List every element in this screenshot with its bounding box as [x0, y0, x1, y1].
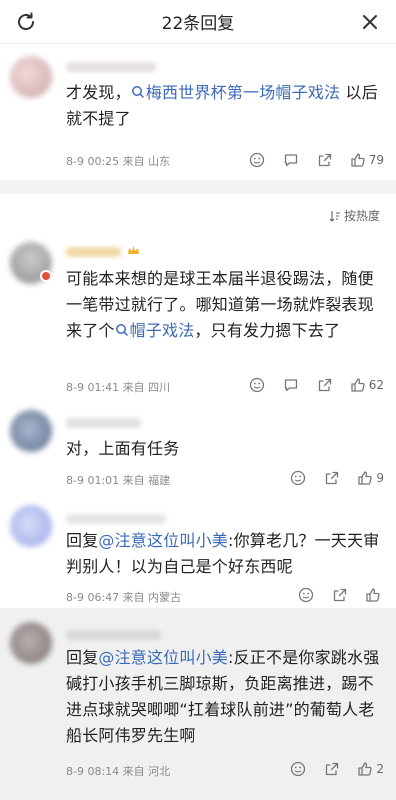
username[interactable]	[66, 62, 156, 72]
like-button[interactable]: 9	[349, 470, 384, 486]
sort-icon	[329, 210, 340, 222]
comment-text: 可能本来想的是球王本届半退役踢法，随便一笔带过就行了。哪知道第一场就炸裂表现来了…	[66, 269, 374, 340]
crown-icon	[127, 242, 140, 255]
like-button[interactable]: 62	[342, 377, 384, 393]
topic-link[interactable]: 梅西世界杯第一场帽子戏法	[131, 83, 340, 102]
like-count: 2	[376, 762, 384, 776]
like-count: 79	[368, 153, 384, 167]
mention-link[interactable]: @注意这位叫小美	[98, 531, 228, 550]
comment-icon[interactable]	[274, 152, 308, 168]
emoji-icon[interactable]	[289, 587, 323, 603]
like-button[interactable]: 2	[349, 761, 384, 777]
thumbs-up-icon	[366, 588, 380, 602]
comment-text: 回复@注意这位叫小美:你算老几？一天天审判别人！以为自己是个好东西呢	[66, 531, 380, 576]
username[interactable]	[66, 514, 166, 524]
search-icon	[131, 86, 144, 98]
section-divider	[0, 180, 396, 194]
thumbs-up-icon	[351, 378, 365, 392]
comment-meta: 8-9 06:47 来自 内蒙古	[66, 591, 182, 604]
like-button[interactable]: 79	[342, 152, 384, 168]
comment-text: 回复@注意这位叫小美:反正不是你家跳水强碱打小孩手机三脚琼斯，负距离推进，踢不进…	[66, 648, 380, 745]
like-button[interactable]	[357, 587, 384, 603]
avatar[interactable]	[10, 622, 52, 664]
share-icon[interactable]	[323, 587, 357, 603]
username[interactable]	[66, 630, 161, 640]
mention-link[interactable]: @注意这位叫小美	[98, 648, 228, 667]
username[interactable]	[66, 418, 141, 428]
avatar[interactable]	[10, 505, 52, 547]
emoji-icon[interactable]	[281, 470, 315, 486]
share-icon[interactable]	[315, 470, 349, 486]
emoji-icon[interactable]	[240, 152, 274, 168]
emoji-icon[interactable]	[281, 761, 315, 777]
share-icon[interactable]	[308, 152, 342, 168]
sort-label: 按热度	[343, 209, 380, 223]
comment-meta: 8-9 00:25 来自 山东	[66, 155, 171, 168]
comment-actions: 62	[240, 377, 384, 393]
replies-page: 22条回复 才发现， 梅西世界杯第一场帽子戏法 以后就不提了 8-9 00:25 …	[0, 0, 396, 800]
topic-link[interactable]: 帽子戏法	[115, 321, 195, 340]
thumbs-up-icon	[351, 153, 365, 167]
online-badge	[40, 270, 52, 282]
like-count: 9	[376, 471, 384, 485]
comment-icon[interactable]	[274, 377, 308, 393]
emoji-icon[interactable]	[240, 377, 274, 393]
username[interactable]	[66, 247, 121, 257]
comment-text: 对，上面有任务	[66, 439, 180, 458]
comment-text: 才发现， 梅西世界杯第一场帽子戏法 以后就不提了	[66, 83, 378, 128]
comment-actions: 79	[240, 152, 384, 168]
close-icon[interactable]	[358, 10, 382, 34]
comment-actions: 9	[281, 470, 384, 486]
comment-meta: 8-9 01:41 来自 四川	[66, 381, 171, 394]
page-title: 22条回复	[161, 14, 235, 34]
refresh-icon[interactable]	[14, 10, 38, 34]
share-icon[interactable]	[315, 761, 349, 777]
comment-actions: 2	[281, 761, 384, 777]
share-icon[interactable]	[308, 377, 342, 393]
avatar[interactable]	[10, 410, 52, 452]
thumbs-up-icon	[358, 762, 373, 776]
thumbs-up-icon	[358, 471, 373, 485]
comment-actions	[289, 587, 384, 603]
comment-meta: 8-9 01:01 来自 福建	[66, 474, 171, 487]
avatar[interactable]	[10, 56, 52, 98]
like-count: 62	[368, 378, 384, 392]
sort-toggle[interactable]: 按热度	[329, 207, 380, 224]
header: 22条回复	[0, 0, 396, 44]
search-icon	[115, 324, 128, 336]
comment-meta: 8-9 08:14 来自 河北	[66, 765, 171, 778]
